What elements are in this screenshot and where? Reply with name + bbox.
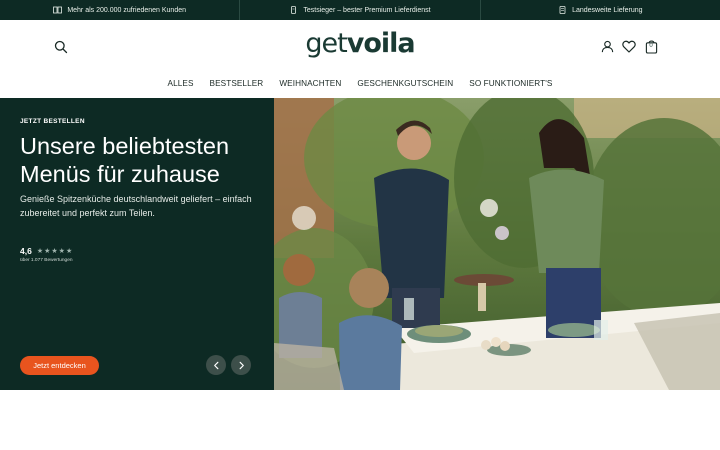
announcement-award: Testsieger – bester Premium Lieferdienst — [240, 0, 481, 20]
rating-stars: ★ ★ ★ ★ ★ — [37, 248, 72, 255]
nav-item-alles[interactable]: ALLES — [168, 75, 194, 97]
hero-headline: Unsere beliebtesten Menüs für zuhause — [20, 133, 230, 187]
nav-item-so-funktionierts[interactable]: SO FUNKTIONIERT'S — [469, 75, 552, 97]
hero-text-panel: JETZT BESTELLEN Unsere beliebtesten Menü… — [0, 98, 274, 390]
announcement-delivery-text: Landesweite Lieferung — [572, 6, 643, 14]
cta-discover-button[interactable]: Jetzt entdecken — [20, 356, 99, 375]
announcement-customers: Mehr als 200.000 zufriedenen Kunden — [0, 0, 241, 20]
chevron-left-icon — [213, 361, 218, 369]
rating-value: 4,6 — [20, 246, 32, 256]
star-icon: ★ — [51, 247, 58, 255]
review-count: über 1.077 Bewertungen — [20, 258, 73, 263]
main-nav: ALLES BESTSELLER WEIHNACHTEN GESCHENKGUT… — [0, 75, 720, 97]
star-icon: ★ — [58, 247, 65, 255]
announcement-customers-text: Mehr als 200.000 zufriedenen Kunden — [67, 6, 187, 14]
nav-item-bestseller[interactable]: BESTSELLER — [210, 75, 264, 97]
account-icon[interactable] — [600, 38, 614, 54]
cart-bag-icon[interactable]: 0 — [644, 38, 658, 54]
chevron-right-icon — [239, 361, 244, 369]
logo-text-light: get — [305, 28, 347, 59]
wishlist-heart-icon[interactable] — [622, 38, 636, 54]
award-icon — [289, 6, 298, 14]
customers-icon — [53, 6, 63, 14]
hero-photo — [274, 98, 720, 390]
rating-summary: 4,6 ★ ★ ★ ★ ★ — [20, 246, 72, 256]
page-content-below — [0, 390, 720, 450]
header-actions: 0 — [600, 38, 658, 54]
truck-icon — [558, 6, 567, 14]
hero-banner: JETZT BESTELLEN Unsere beliebtesten Menü… — [0, 98, 720, 390]
nav-item-geschenkgutschein[interactable]: GESCHENKGUTSCHEIN — [357, 75, 453, 97]
star-icon: ★ — [44, 247, 51, 255]
announcement-award-text: Testsieger – bester Premium Lieferdienst — [303, 6, 431, 14]
carousel-prev-button[interactable] — [206, 355, 226, 375]
hero-eyebrow: JETZT BESTELLEN — [20, 118, 85, 125]
hero-subtext: Genieße Spitzenküche deutschlandweit gel… — [20, 194, 252, 218]
star-half-icon: ★ — [65, 247, 73, 255]
cart-count: 0 — [649, 43, 653, 49]
announcement-bar: Mehr als 200.000 zufriedenen Kunden Test… — [0, 0, 720, 20]
nav-item-weihnachten[interactable]: WEIHNACHTEN — [279, 75, 341, 97]
logo-text-bold: voila — [346, 28, 416, 59]
announcement-delivery: Landesweite Lieferung — [481, 0, 720, 20]
star-icon: ★ — [36, 247, 44, 255]
carousel-next-button[interactable] — [231, 355, 251, 375]
site-header: getvoila 0 — [0, 20, 720, 75]
